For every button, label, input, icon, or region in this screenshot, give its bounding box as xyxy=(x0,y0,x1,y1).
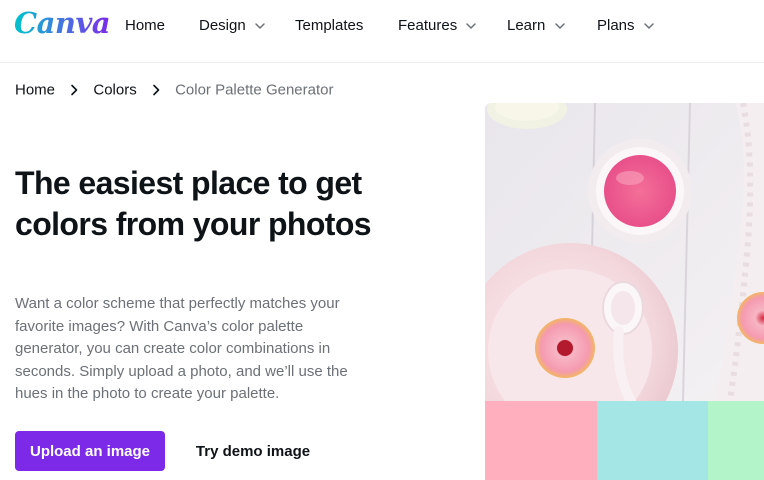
hero-description: Want a color scheme that perfectly match… xyxy=(15,295,348,402)
nav-item-label: Plans xyxy=(597,17,635,34)
breadcrumb-link-colors[interactable]: Colors xyxy=(93,82,136,99)
nav-item-label: Home xyxy=(125,17,166,34)
try-demo-image-button[interactable]: Try demo image xyxy=(183,431,323,471)
breadcrumb: Home Colors Color Palette Generator xyxy=(15,81,333,99)
canva-logo[interactable]: Canva xyxy=(14,6,111,40)
nav-item-label: Learn xyxy=(507,17,546,34)
chevron-down-icon xyxy=(643,20,655,32)
page-title: The easiest place to get colors from you… xyxy=(15,165,372,242)
chevron-down-icon xyxy=(465,20,477,32)
nav-item-learn[interactable]: Learn xyxy=(507,17,566,34)
chevron-down-icon xyxy=(254,20,266,32)
nav-item-label: Templates xyxy=(295,17,364,34)
top-navigation-bar: Canva Home Design Templates Features Lea… xyxy=(0,0,764,62)
nav-item-label: Design xyxy=(199,17,246,34)
breadcrumb-current-page: Color Palette Generator xyxy=(175,81,334,99)
nav-item-features[interactable]: Features xyxy=(398,17,477,34)
chevron-right-icon xyxy=(151,83,161,97)
upload-image-button[interactable]: Upload an image xyxy=(15,431,165,471)
palette-swatch[interactable] xyxy=(597,401,708,480)
chevron-down-icon xyxy=(554,20,566,32)
chevron-right-icon xyxy=(69,83,79,97)
palette-swatch[interactable] xyxy=(485,401,597,480)
nav-item-templates[interactable]: Templates xyxy=(295,17,363,34)
hero-photo xyxy=(485,103,764,401)
nav-item-design[interactable]: Design xyxy=(199,17,266,34)
nav-item-label: Features xyxy=(398,17,458,34)
breadcrumb-link-home[interactable]: Home xyxy=(15,82,55,99)
nav-item-plans[interactable]: Plans xyxy=(597,17,655,34)
nav-item-home[interactable]: Home xyxy=(125,17,165,34)
palette-swatch[interactable] xyxy=(708,401,764,480)
